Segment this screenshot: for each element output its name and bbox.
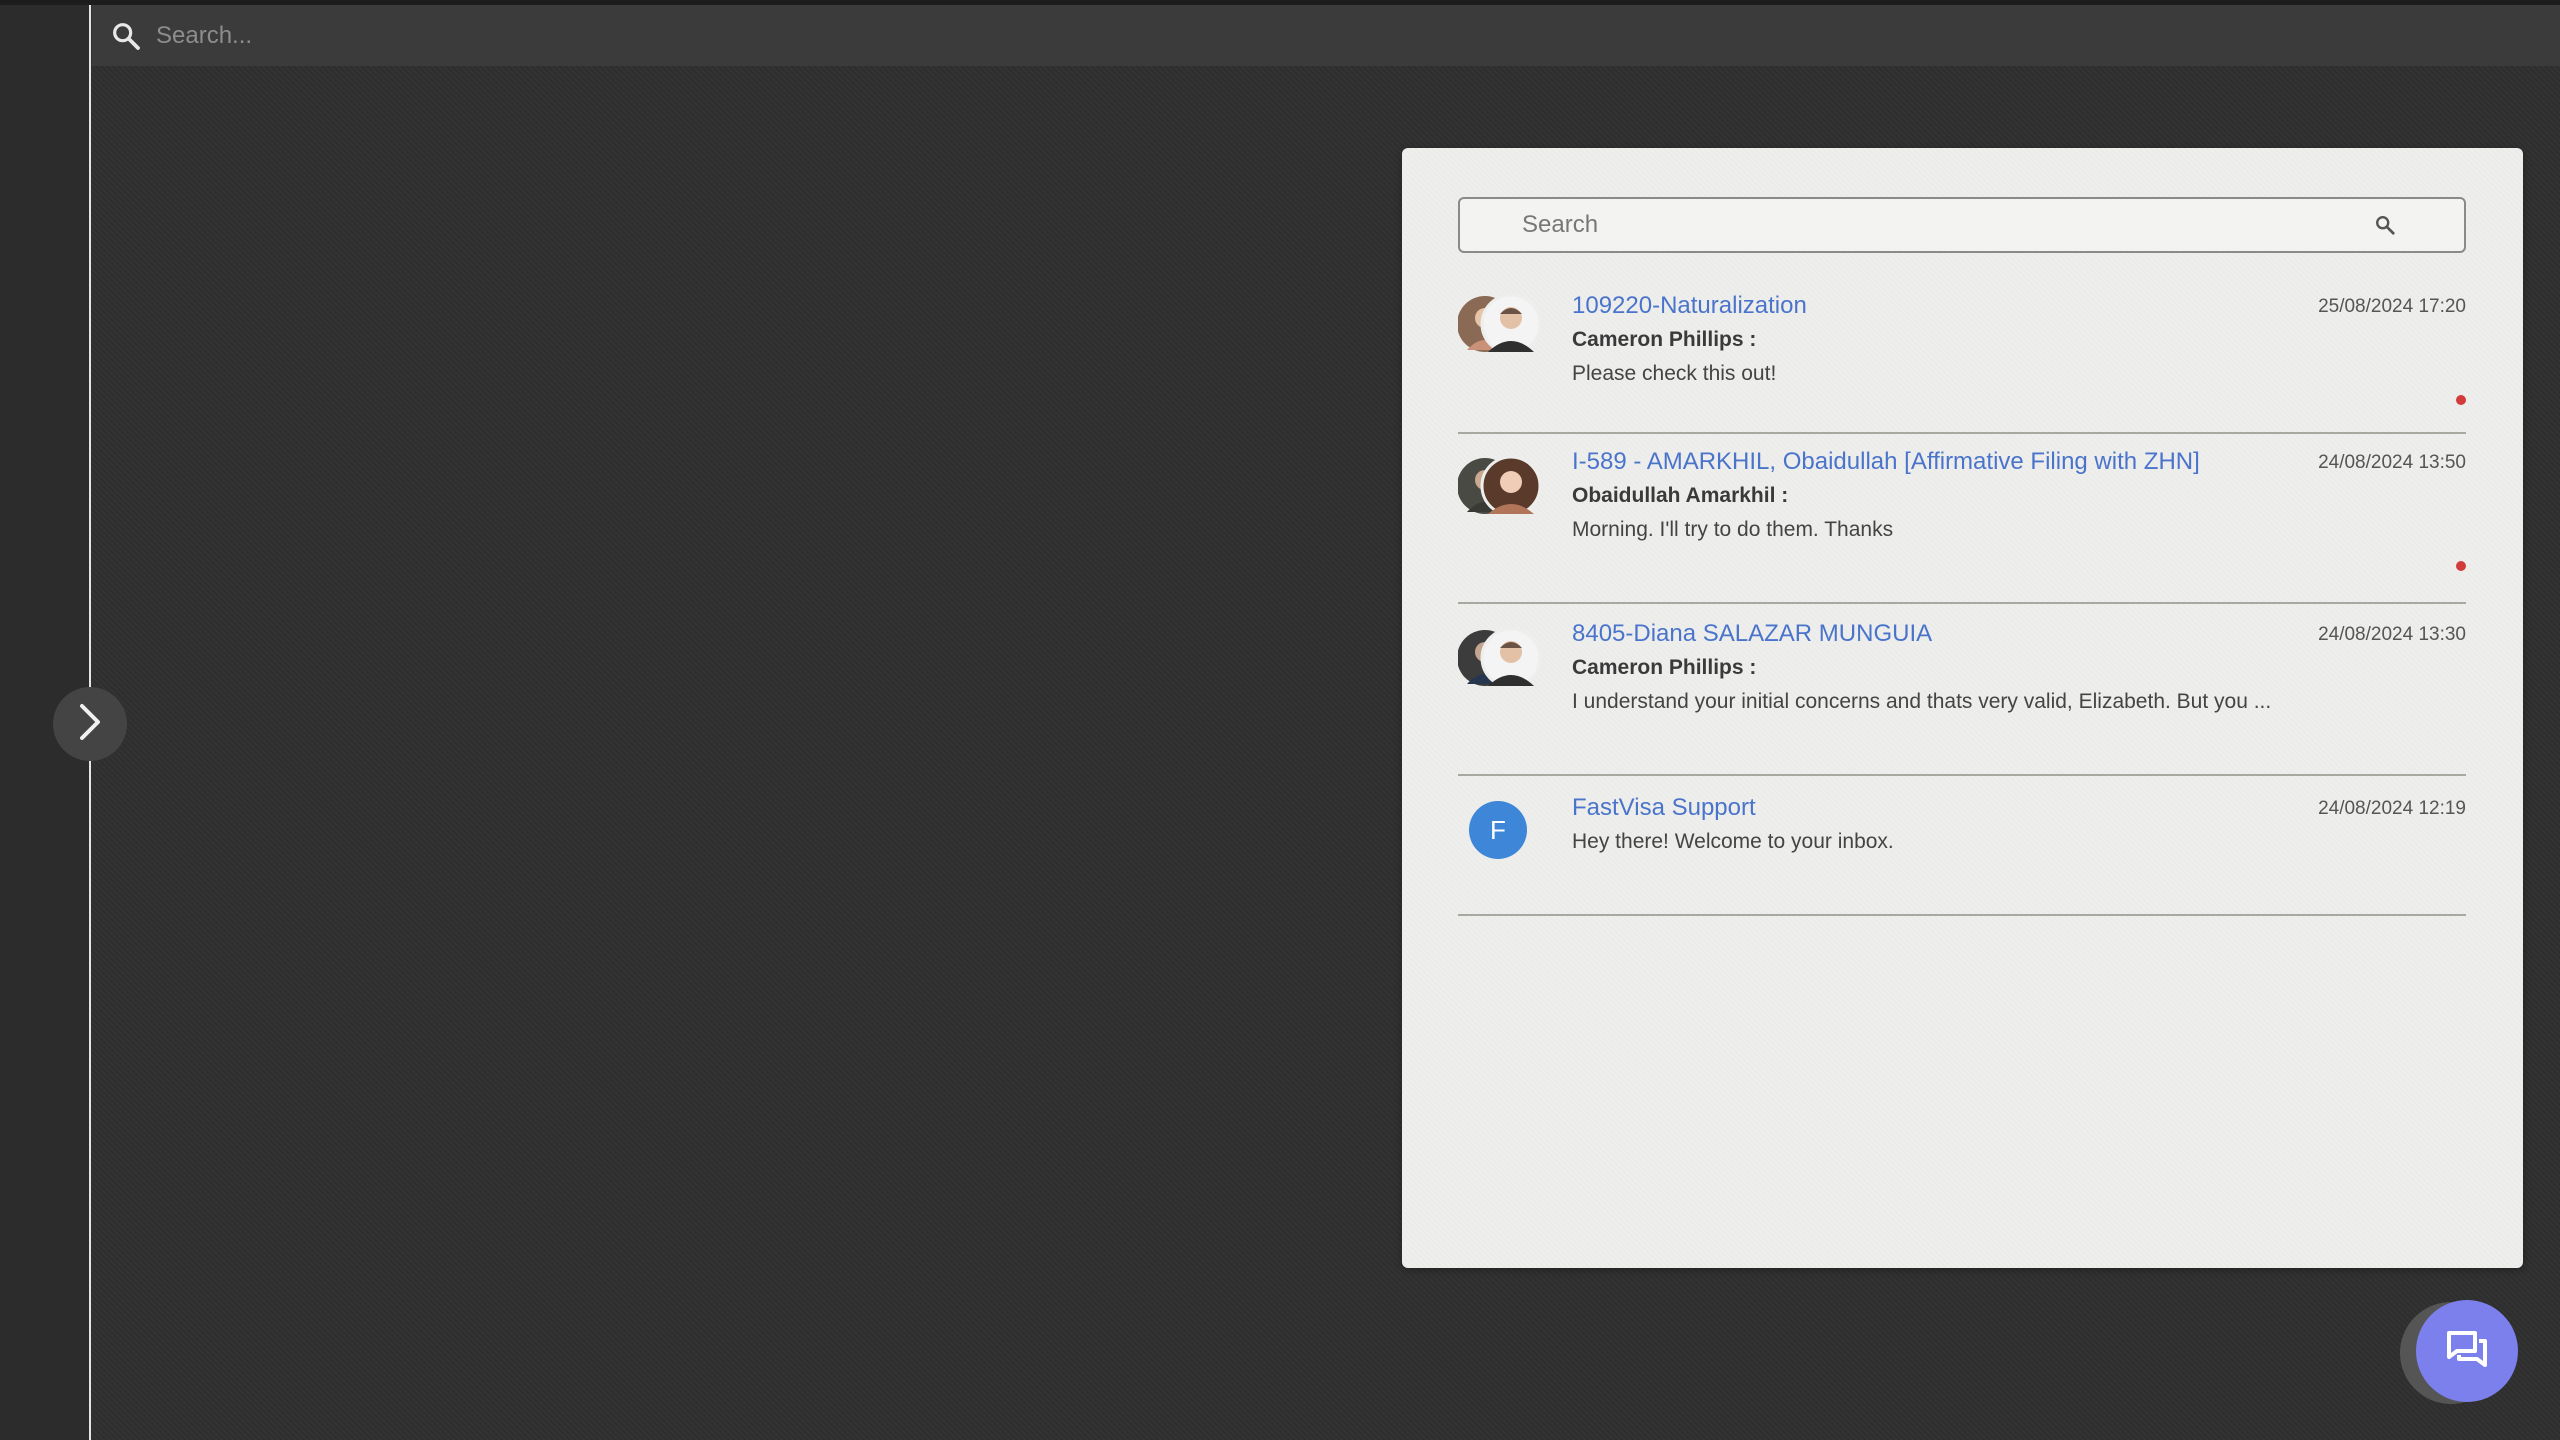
conversation-title[interactable]: 8405-Diana SALAZAR MUNGUIA: [1572, 620, 1932, 648]
conversation-sender: Cameron Phillips :: [1572, 656, 1757, 679]
conversation-time: 24/08/2024 12:19: [2318, 798, 2466, 819]
conversation-item[interactable]: 109220-Naturalization 25/08/2024 17:20 C…: [1457, 278, 2466, 434]
conversation-message: I understand your initial concerns and t…: [1572, 690, 2272, 713]
inbox-panel: 109220-Naturalization 25/08/2024 17:20 C…: [1402, 148, 2523, 1268]
conversation-item[interactable]: F FastVisa Support 24/08/2024 12:19 Hey …: [1458, 774, 2466, 916]
search-icon[interactable]: [108, 18, 144, 54]
conversation-message: Hey there! Welcome to your inbox.: [1572, 830, 1894, 853]
global-search-bar: [92, 5, 2560, 66]
avatar: F: [1458, 800, 1527, 860]
unread-indicator: [2456, 561, 2466, 571]
conversation-time: 24/08/2024 13:50: [2318, 452, 2466, 473]
conversation-sender: Obaidullah Amarkhil :: [1572, 484, 1789, 507]
unread-indicator: [2456, 395, 2466, 405]
chat-icon: [2443, 1325, 2491, 1378]
conversation-item[interactable]: 8405-Diana SALAZAR MUNGUIA 24/08/2024 13…: [1457, 602, 2466, 776]
chat-button[interactable]: [2416, 1300, 2518, 1402]
conversation-sender: Cameron Phillips :: [1572, 328, 1757, 351]
search-icon[interactable]: [2374, 214, 2396, 236]
group-avatar: [1457, 455, 1542, 517]
group-avatar: [1457, 293, 1542, 355]
group-avatar: [1457, 627, 1542, 689]
global-search-input[interactable]: [154, 20, 1358, 51]
conversation-time: 24/08/2024 13:30: [2318, 624, 2466, 645]
conversation-item[interactable]: I-589 - AMARKHIL, Obaidullah [Affirmativ…: [1457, 432, 2466, 604]
expand-sidebar-button[interactable]: [53, 687, 127, 761]
conversation-message: Morning. I'll try to do them. Thanks: [1572, 518, 1894, 541]
conversation-title[interactable]: I-589 - AMARKHIL, Obaidullah [Affirmativ…: [1572, 448, 2200, 476]
inbox-search: [1458, 197, 2466, 253]
conversation-message: Please check this out!: [1572, 362, 1777, 385]
conversation-title[interactable]: 109220-Naturalization: [1572, 292, 1807, 320]
conversation-time: 25/08/2024 17:20: [2318, 296, 2466, 317]
avatar-initial: F: [1490, 815, 1506, 845]
conversation-title[interactable]: FastVisa Support: [1572, 794, 1756, 822]
chevron-right-icon: [74, 702, 106, 747]
inbox-search-input[interactable]: [1520, 210, 2374, 240]
